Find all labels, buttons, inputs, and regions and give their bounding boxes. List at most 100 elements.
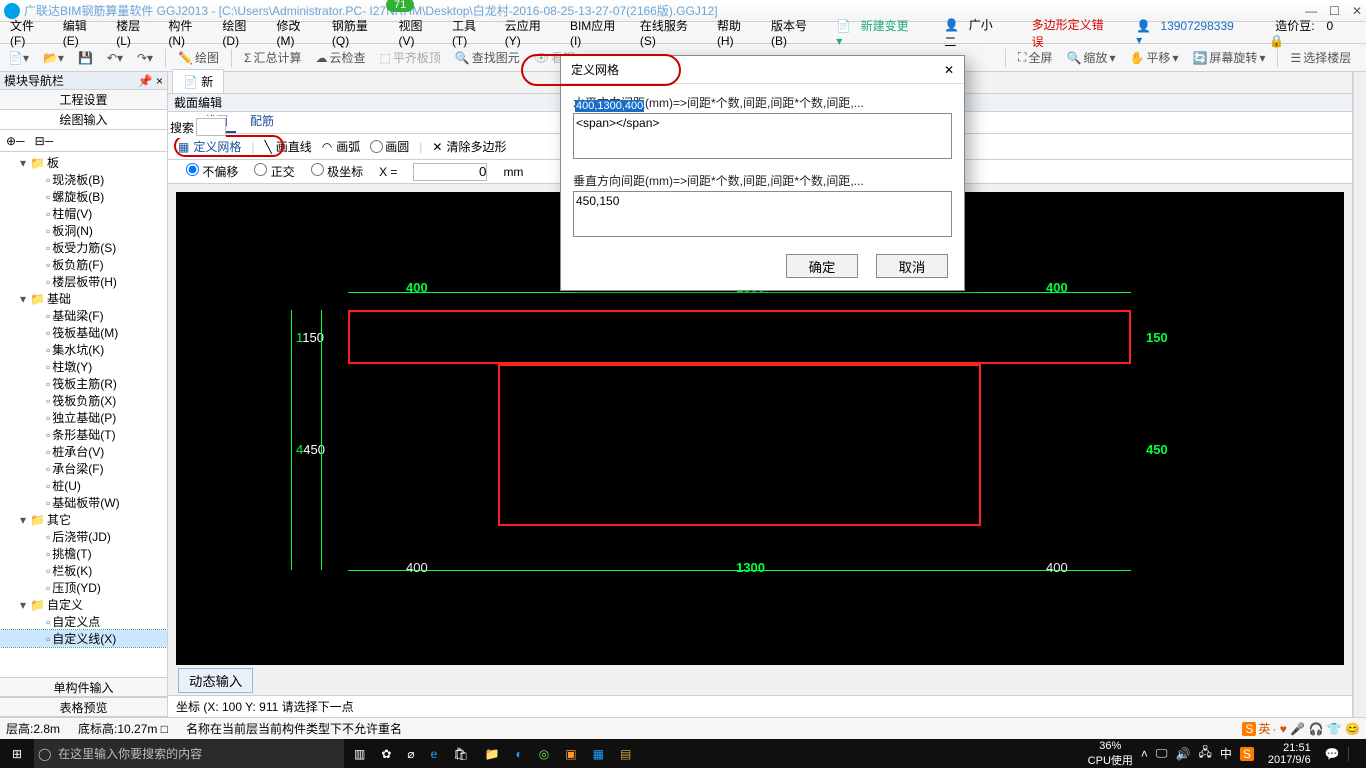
new-file-icon[interactable]: 📄▾ xyxy=(4,51,33,65)
tray-volume-icon[interactable]: 🔊 xyxy=(1176,747,1191,761)
floor-select-button[interactable]: ☰ 选择楼层 xyxy=(1286,49,1355,66)
warning-text[interactable]: 多边形定义错误 xyxy=(1026,14,1121,52)
tree-node[interactable]: ▫ 现浇板(B) xyxy=(0,171,167,188)
no-offset-radio[interactable]: 不偏移 xyxy=(186,163,238,180)
task-icon[interactable]: ◐ xyxy=(516,747,523,761)
tree-node[interactable]: ▾📁 自定义 xyxy=(0,596,167,613)
new-change-button[interactable]: 📄 新建变更 ▾ xyxy=(830,15,928,50)
tray-network-icon[interactable]: 🖧 xyxy=(1198,743,1211,764)
menu-version[interactable]: 版本号(B) xyxy=(765,15,828,50)
pin-icon[interactable]: 📌 xyxy=(138,74,153,88)
tree-node[interactable]: ▫ 后浇带(JD) xyxy=(0,528,167,545)
tree-node[interactable]: ▫ 条形基础(T) xyxy=(0,426,167,443)
fullscreen-button[interactable]: ⛶ 全屏 xyxy=(1014,49,1056,66)
draw-line-button[interactable]: ╲ 画直线 xyxy=(264,138,311,155)
tree-node[interactable]: ▫ 螺旋板(B) xyxy=(0,188,167,205)
taskbar-search[interactable]: ◯ 在这里输入你要搜索的内容 xyxy=(34,739,344,768)
open-icon[interactable]: 📂▾ xyxy=(39,51,68,65)
search-input[interactable] xyxy=(196,118,226,136)
menu-draw[interactable]: 绘图(D) xyxy=(216,15,268,50)
menu-file[interactable]: 文件(F) xyxy=(4,15,55,50)
tree-node[interactable]: ▫ 集水坑(K) xyxy=(0,341,167,358)
tree-node[interactable]: ▫ 承台梁(F) xyxy=(0,460,167,477)
draw-button[interactable]: ✏️ 绘图 xyxy=(174,49,223,66)
save-icon[interactable]: 💾 xyxy=(74,51,97,65)
task-icon[interactable]: ✿ xyxy=(381,747,391,761)
task-icon[interactable]: e xyxy=(431,747,438,761)
tree-node[interactable]: ▫ 柱帽(V) xyxy=(0,205,167,222)
user-label[interactable]: 👤 广小二 xyxy=(938,14,1015,52)
ime-indicator[interactable]: S 英 · ♥ 🎤 🎧 👕 😊 xyxy=(1242,720,1360,737)
sum-button[interactable]: Σ 汇总计算 xyxy=(240,49,305,66)
start-button[interactable]: ⊞ xyxy=(0,747,34,761)
tray-lang[interactable]: 中 xyxy=(1220,745,1232,762)
close-panel-icon[interactable]: × xyxy=(156,74,163,88)
menu-tools[interactable]: 工具(T) xyxy=(446,15,497,50)
tree-node[interactable]: ▾📁 其它 xyxy=(0,511,167,528)
zoom-button[interactable]: 🔍 缩放 ▾ xyxy=(1062,49,1119,66)
polar-radio[interactable]: 极坐标 xyxy=(311,163,363,180)
menu-bim[interactable]: BIM应用(I) xyxy=(564,15,632,50)
menu-rebar[interactable]: 钢筋量(Q) xyxy=(326,15,391,50)
tree-node[interactable]: ▫ 独立基础(P) xyxy=(0,409,167,426)
menu-modify[interactable]: 修改(M) xyxy=(271,15,324,50)
tree-node[interactable]: ▫ 桩承台(V) xyxy=(0,443,167,460)
draw-input-item[interactable]: 绘图输入 xyxy=(0,110,167,130)
tree-node[interactable]: ▫ 筏板负筋(X) xyxy=(0,392,167,409)
draw-circle-button[interactable]: 画圆 xyxy=(370,138,409,155)
notification-badge[interactable]: 71 xyxy=(386,0,414,12)
tree-node[interactable]: ▫ 基础板带(W) xyxy=(0,494,167,511)
tree-node[interactable]: ▫ 筏板基础(M) xyxy=(0,324,167,341)
menu-view[interactable]: 视图(V) xyxy=(393,15,444,50)
flat-button[interactable]: ⬚ 平齐板顶 xyxy=(375,49,444,66)
tree-node[interactable]: ▫ 板受力筋(S) xyxy=(0,239,167,256)
tree-node[interactable]: ▫ 楼层板带(H) xyxy=(0,273,167,290)
tree-node[interactable]: ▫ 栏板(K) xyxy=(0,562,167,579)
pan-button[interactable]: ✋ 平移 ▾ xyxy=(1125,49,1182,66)
clock[interactable]: 21:512017/9/6 xyxy=(1262,742,1317,766)
collapse-icon[interactable]: ⊟─ xyxy=(35,134,54,148)
tree-node[interactable]: ▫ 筏板主筋(R) xyxy=(0,375,167,392)
x-input[interactable] xyxy=(413,163,487,181)
show-desktop[interactable] xyxy=(1348,747,1358,761)
tab-new[interactable]: 📄 新 xyxy=(172,69,224,93)
component-tree[interactable]: ▾📁 板▫ 现浇板(B)▫ 螺旋板(B)▫ 柱帽(V)▫ 板洞(N)▫ 板受力筋… xyxy=(0,152,167,677)
define-grid-button[interactable]: ▦ 定义网格 xyxy=(178,138,241,155)
menu-cloud[interactable]: 云应用(Y) xyxy=(499,15,562,50)
tree-node[interactable]: ▾📁 板 xyxy=(0,154,167,171)
tree-node[interactable]: ▫ 板负筋(F) xyxy=(0,256,167,273)
task-icon[interactable]: ▦ xyxy=(593,747,604,761)
project-settings-item[interactable]: 工程设置 xyxy=(0,90,167,110)
single-component-item[interactable]: 单构件输入 xyxy=(0,677,167,697)
tree-node[interactable]: ▫ 压顶(YD) xyxy=(0,579,167,596)
tree-node[interactable]: ▫ 自定义点 xyxy=(0,613,167,630)
task-icon[interactable]: ▣ xyxy=(565,747,576,761)
menu-help[interactable]: 帮助(H) xyxy=(711,15,763,50)
account-number[interactable]: 👤 13907298339 ▾ xyxy=(1130,17,1253,49)
cancel-button[interactable]: 取消 xyxy=(876,254,948,278)
subtab-rebar[interactable]: 配筋 xyxy=(242,110,282,133)
ortho-radio[interactable]: 正交 xyxy=(254,163,294,180)
tray-sogou-icon[interactable]: S xyxy=(1240,747,1254,761)
tree-node[interactable]: ▫ 基础梁(F) xyxy=(0,307,167,324)
task-icon[interactable]: ▤ xyxy=(620,747,631,761)
clear-polygon-button[interactable]: ✕ 清除多边形 xyxy=(432,138,506,155)
menu-floor[interactable]: 楼层(L) xyxy=(110,15,160,50)
table-preview-item[interactable]: 表格预览 xyxy=(0,697,167,717)
task-icon[interactable]: ◎ xyxy=(539,747,549,761)
h-spacing-input[interactable]: <span></span> xyxy=(573,113,952,159)
tree-node[interactable]: ▫ 板洞(N) xyxy=(0,222,167,239)
tree-node[interactable]: ▫ 桩(U) xyxy=(0,477,167,494)
notification-icon[interactable]: 💬 xyxy=(1325,747,1340,761)
rotate-button[interactable]: 🔄 屏幕旋转 ▾ xyxy=(1188,49,1269,66)
undo-icon[interactable]: ↶▾ xyxy=(103,51,127,65)
right-scrollbar[interactable] xyxy=(1353,72,1366,717)
dialog-close-icon[interactable]: ✕ xyxy=(944,63,954,77)
task-icon[interactable]: 📁 xyxy=(485,747,500,761)
menu-component[interactable]: 构件(N) xyxy=(162,15,214,50)
task-icon[interactable]: 🛍 xyxy=(453,747,468,761)
tray-display-icon[interactable]: 🖵 xyxy=(1156,746,1168,761)
redo-icon[interactable]: ↷▾ xyxy=(133,51,157,65)
cloud-check-button[interactable]: ☁ 云检查 xyxy=(311,49,369,66)
expand-icon[interactable]: ⊕─ xyxy=(6,134,25,148)
